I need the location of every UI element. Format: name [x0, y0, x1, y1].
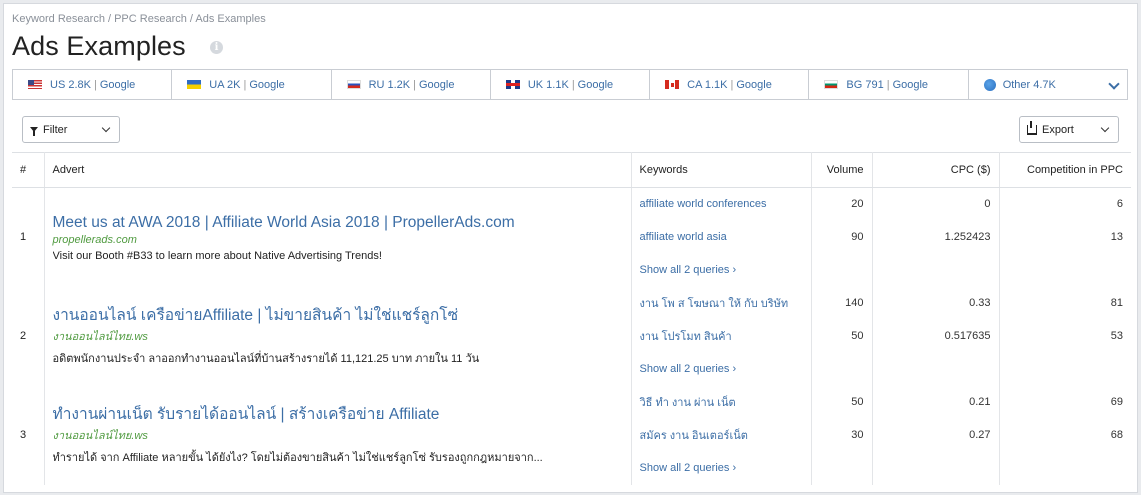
database-tab-engine: Google — [419, 78, 455, 91]
database-tabs: US 2.8K | Google UA 2K | Google RU 1.2K | Goog… — [12, 69, 1128, 100]
header-num: # — [12, 152, 45, 188]
cpc-value: 0.33 — [872, 286, 1000, 320]
info-icon[interactable]: i — [210, 41, 223, 54]
keyword-link[interactable]: งาน โพ ส โฆษณา ให้ กับ บริษัท — [640, 298, 789, 310]
cpc-value: 0 — [872, 187, 1000, 221]
competition-value: 69 — [1110, 396, 1123, 408]
ua-flag-icon — [187, 80, 202, 89]
advert-cell: งานออนไลน์ เครือข่ายAffiliate | ไม่ขายสิ… — [44, 286, 632, 386]
database-tab-ru[interactable]: RU 1.2K | Google — [332, 70, 491, 99]
keyword-link[interactable]: affiliate world asia — [640, 231, 727, 243]
competition-value: 81 — [1110, 297, 1123, 309]
cpc-value: 0.21 — [872, 385, 1000, 419]
database-tab-label: BG 791 — [846, 78, 884, 91]
show-all-queries-link[interactable]: Show all 2 queries › — [631, 253, 812, 287]
database-tab-label: UA 2K — [209, 78, 241, 91]
advert-cell: Meet us at AWA 2018 | Affiliate World As… — [44, 187, 632, 287]
table-row: 2 งานออนไลน์ เครือข่ายAffiliate | ไม่ขาย… — [12, 286, 1131, 386]
competition-value: 53 — [1110, 330, 1123, 342]
database-tab-engine: Google — [99, 78, 136, 91]
download-icon — [1027, 120, 1037, 135]
header-keywords[interactable]: Keywords — [631, 152, 812, 188]
table-row: 3 ทำงานผ่านเน็ต รับรายได้ออนไลน์ | สร้าง… — [12, 385, 1131, 485]
show-all-queries-link[interactable]: Show all 2 queries › — [631, 352, 812, 386]
database-tab-label: CA 1.1K — [687, 78, 728, 91]
cpc-value: 1.252423 — [872, 220, 1000, 254]
header-volume[interactable]: Volume — [811, 152, 873, 188]
database-tab-ua[interactable]: UA 2K | Google — [172, 70, 332, 99]
ad-description: Visit our Booth #B33 to learn more about… — [52, 249, 382, 262]
chevron-down-icon[interactable] — [1108, 78, 1120, 90]
page-title: Ads Examples — [12, 31, 186, 61]
ads-table: # Advert Keywords Volume CPC ($) Competi… — [12, 152, 1131, 485]
ad-title-link[interactable]: ทำงานผ่านเน็ต รับรายได้ออนไลน์ | สร้างเค… — [53, 405, 623, 424]
competition-value: 6 — [1116, 198, 1123, 211]
competition-value: 68 — [1110, 429, 1123, 441]
row-number: 1 — [12, 187, 45, 287]
row-number: 2 — [12, 286, 45, 386]
ad-title-link[interactable]: Meet us at AWA 2018 | Affiliate World As… — [53, 213, 623, 232]
row-number: 3 — [12, 385, 45, 485]
advert-cell: ทำงานผ่านเน็ต รับรายได้ออนไลน์ | สร้างเค… — [44, 385, 632, 485]
header-competition[interactable]: Competition in PPC — [999, 152, 1131, 188]
keyword-link[interactable]: affiliate world conferences — [640, 198, 767, 210]
filter-icon — [30, 127, 38, 136]
database-tab-label: RU 1.2K — [368, 78, 411, 91]
cpc-value: 0.27 — [872, 418, 1000, 452]
volume-value: 30 — [811, 418, 873, 452]
ad-title-link[interactable]: งานออนไลน์ เครือข่ายAffiliate | ไม่ขายสิ… — [53, 306, 623, 325]
table-header-row: # Advert Keywords Volume CPC ($) Competi… — [12, 152, 1131, 188]
database-tab-bg[interactable]: BG 791 | Google — [809, 70, 969, 99]
ad-url: งานออนไลน์ไทย.ws — [52, 330, 148, 343]
volume-value: 20 — [811, 187, 873, 221]
volume-value: 50 — [811, 319, 873, 353]
database-tab-uk[interactable]: UK 1.1K | Google — [491, 70, 651, 99]
ad-url: งานออนไลน์ไทย.ws — [52, 429, 148, 442]
globe-icon — [983, 78, 996, 91]
table-row: 1 Meet us at AWA 2018 | Affiliate World … — [12, 187, 1131, 287]
uk-flag-icon — [505, 80, 520, 89]
header-cpc[interactable]: CPC ($) — [872, 152, 1000, 188]
database-tab-us[interactable]: US 2.8K | Google — [13, 70, 173, 99]
show-all-queries-link[interactable]: Show all 2 queries › — [631, 451, 812, 485]
filter-button-label: Filter — [43, 123, 68, 136]
export-button[interactable]: Export — [1019, 116, 1119, 143]
ad-url: propellerads.com — [52, 233, 137, 246]
volume-value: 90 — [811, 220, 873, 254]
chevron-down-icon — [1100, 123, 1110, 133]
database-tab-other[interactable]: Other 4.7K — [969, 70, 1127, 99]
keyword-link[interactable]: งาน โปรโมท สินค้า — [640, 331, 732, 343]
keyword-link[interactable]: วิธี ทำ งาน ผ่าน เน็ต — [640, 397, 736, 409]
database-tab-engine: Google — [736, 78, 772, 91]
chevron-down-icon — [101, 123, 111, 133]
database-tab-ca[interactable]: CA 1.1K | Google — [650, 70, 810, 99]
database-tab-engine: Google — [577, 78, 614, 91]
ads-examples-panel: Keyword Research / PPC Research / Ads Ex… — [3, 3, 1138, 493]
database-tab-engine: Google — [892, 78, 929, 91]
header-advert: Advert — [44, 152, 632, 188]
filter-button[interactable]: Filter — [22, 116, 120, 143]
volume-value: 140 — [811, 286, 873, 320]
keyword-link[interactable]: สมัคร งาน อินเตอร์เน็ต — [640, 430, 748, 442]
cpc-value: 0.517635 — [872, 319, 1000, 353]
us-flag-icon — [28, 80, 42, 89]
breadcrumb[interactable]: Keyword Research / PPC Research / Ads Ex… — [12, 13, 266, 25]
competition-value: 13 — [1110, 231, 1123, 243]
database-tab-engine: Google — [249, 78, 285, 91]
bg-flag-icon — [824, 80, 839, 89]
ad-description: ทำรายได้ จาก Affiliate หลายขั้น ได้ยังไง… — [52, 451, 543, 464]
export-button-label: Export — [1042, 123, 1074, 136]
database-tab-label: US 2.8K — [50, 78, 91, 91]
database-tab-label: UK 1.1K — [527, 78, 569, 91]
database-tab-label: Other 4.7K — [1002, 78, 1056, 91]
ca-flag-icon — [665, 80, 680, 89]
ru-flag-icon — [346, 80, 361, 89]
ad-description: อดิตพนักงานประจำ ลาออกทำงานออนไลน์ที่บ้า… — [52, 352, 480, 365]
volume-value: 50 — [811, 385, 873, 419]
